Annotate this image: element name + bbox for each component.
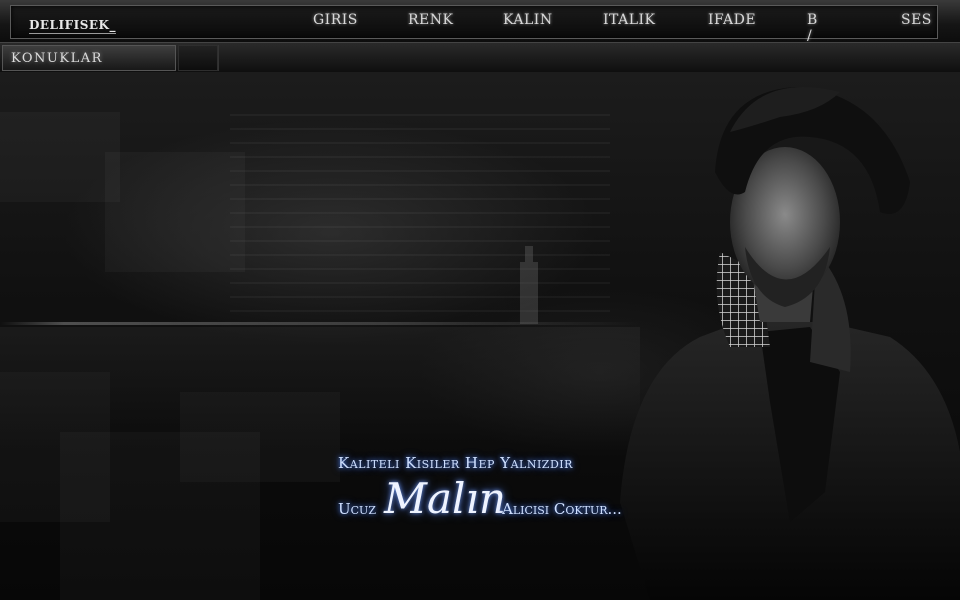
- menu-item-ses[interactable]: SES: [901, 10, 932, 30]
- tower-silhouette: [520, 246, 538, 324]
- tab-guests-label: KONUKLAR: [11, 51, 103, 66]
- quote-line-2-start: Ucuz: [338, 500, 376, 518]
- handwriting-texture: [230, 112, 610, 312]
- menu-item-ifade[interactable]: IFADE: [708, 10, 756, 30]
- background-tile: [105, 152, 245, 272]
- menu-item-italik[interactable]: ITALIK: [603, 10, 656, 30]
- top-menu-bar: DELIFISEK_ GIRIS RENK KALIN ITALIK IFADE…: [0, 0, 960, 60]
- tab-bar: KONUKLAR: [0, 42, 960, 74]
- page-root: DELIFISEK_ GIRIS RENK KALIN ITALIK IFADE…: [0, 0, 960, 600]
- tab-bar-slot: [178, 45, 218, 71]
- tab-bar-filler: [218, 45, 958, 71]
- quote-line-1: Kaliteli Kisiler Hep Yalnizdir: [338, 454, 573, 472]
- menu-item-giris[interactable]: GIRIS: [313, 10, 358, 30]
- horizon-line: [0, 322, 640, 325]
- background-tile: [0, 112, 120, 202]
- quote-script-word: Malın: [384, 474, 506, 523]
- quote-line-2-end: Alicisi Coktur...: [502, 500, 622, 518]
- menu-item-renk[interactable]: RENK: [408, 10, 453, 30]
- quote-banner: Kaliteli Kisiler Hep Yalnizdir Ucuz Malı…: [0, 450, 960, 528]
- top-menu-frame: DELIFISEK_ GIRIS RENK KALIN ITALIK IFADE…: [10, 5, 938, 60]
- tab-guests[interactable]: KONUKLAR: [2, 45, 176, 71]
- menu-item-kalin[interactable]: KALIN: [503, 10, 553, 30]
- username-label: DELIFISEK_: [29, 18, 116, 34]
- water-reflection: [0, 327, 640, 447]
